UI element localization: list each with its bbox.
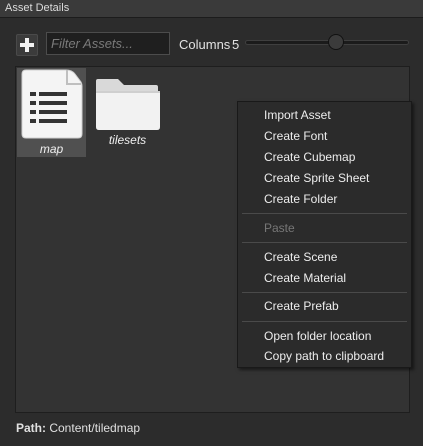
asset-item-label: tilesets	[108, 133, 147, 147]
menu-item-create-font[interactable]: Create Font	[264, 129, 327, 143]
menu-separator	[242, 321, 407, 322]
context-menu: Import Asset Create Font Create Cubemap …	[237, 101, 412, 368]
path-label: Path:	[16, 421, 46, 435]
folder-icon	[95, 79, 160, 130]
asset-item-map[interactable]: map	[17, 68, 86, 157]
menu-item-import-asset[interactable]: Import Asset	[264, 108, 331, 122]
menu-separator	[242, 242, 407, 243]
menu-item-create-sprite-sheet[interactable]: Create Sprite Sheet	[264, 171, 369, 185]
asset-item-tilesets[interactable]: tilesets	[93, 75, 162, 157]
columns-slider-track[interactable]	[245, 40, 409, 45]
add-asset-button[interactable]	[16, 34, 38, 56]
plus-icon	[20, 38, 34, 52]
document-icon	[21, 69, 82, 139]
asset-item-label: map	[39, 142, 64, 156]
menu-item-create-prefab[interactable]: Create Prefab	[264, 299, 339, 313]
menu-separator	[242, 292, 407, 293]
menu-separator	[242, 213, 407, 214]
menu-item-create-scene[interactable]: Create Scene	[264, 250, 337, 264]
columns-value: 5	[232, 37, 240, 52]
path-bar: Path: Content/tiledmap	[16, 421, 140, 435]
menu-item-create-material[interactable]: Create Material	[264, 271, 346, 285]
columns-label: Columns	[179, 37, 231, 52]
menu-item-paste: Paste	[264, 221, 295, 235]
menu-item-copy-path[interactable]: Copy path to clipboard	[264, 349, 384, 363]
panel-title-bar: Asset Details	[0, 0, 423, 18]
path-value: Content/tiledmap	[49, 421, 141, 435]
menu-item-open-folder-location[interactable]: Open folder location	[264, 329, 371, 343]
panel-title: Asset Details	[5, 2, 70, 14]
columns-slider-thumb[interactable]	[328, 34, 344, 50]
filter-assets-input[interactable]	[46, 32, 170, 55]
menu-item-create-folder[interactable]: Create Folder	[264, 192, 337, 206]
menu-item-create-cubemap[interactable]: Create Cubemap	[264, 150, 355, 164]
